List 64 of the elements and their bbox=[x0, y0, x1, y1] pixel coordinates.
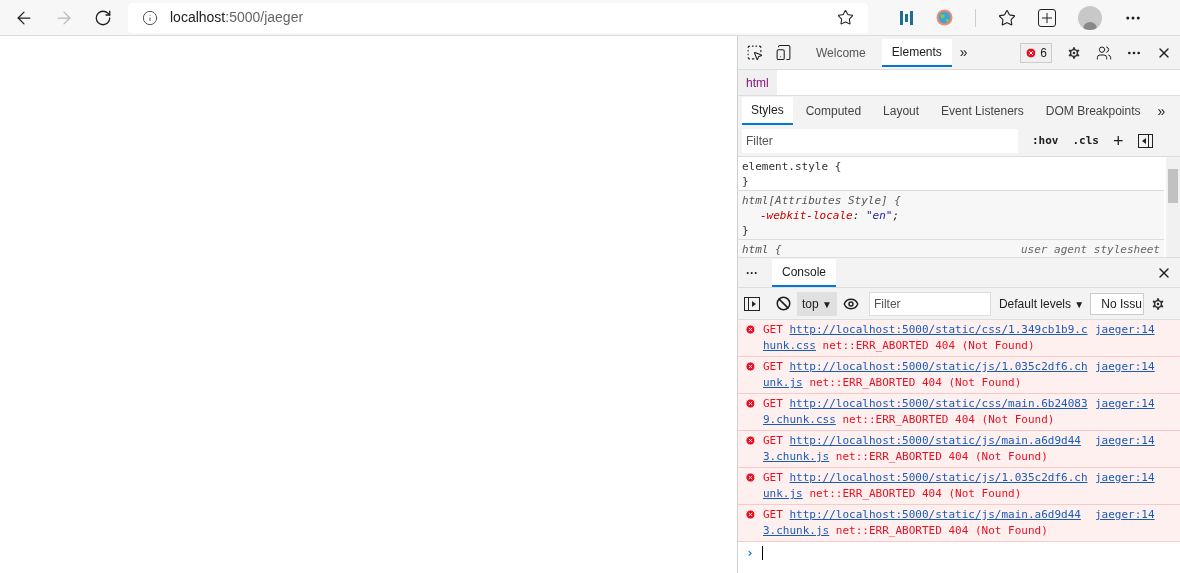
error-message-text: GET http://localhost:5000/static/js/1.035c2df6.chunk.js net::ERR_ABORTED 404 (Not Found) bbox=[763, 470, 1089, 502]
source-link[interactable]: jaeger:14 bbox=[1095, 396, 1155, 412]
url-text: localhost:5000/jaeger bbox=[170, 8, 304, 27]
more-tabs-button[interactable]: » bbox=[959, 42, 968, 63]
source-link[interactable]: jaeger:14 bbox=[1095, 359, 1155, 375]
error-message-text: GET http://localhost:5000/static/css/1.349cb1b9.chunk.css net::ERR_ABORTED 404 (Not Found) bbox=[763, 322, 1089, 354]
profile-avatar[interactable] bbox=[1078, 5, 1102, 30]
error-message-text: GET http://localhost:5000/static/css/main.6b240839.chunk.css net::ERR_ABORTED 404 (Not Found) bbox=[763, 396, 1089, 428]
globe-icon[interactable] bbox=[936, 9, 953, 26]
css-selector: html { bbox=[742, 242, 782, 257]
error-icon bbox=[745, 472, 756, 483]
context-dropdown[interactable]: top ▼ bbox=[797, 291, 837, 316]
styles-tab[interactable]: Computed bbox=[796, 97, 871, 125]
error-icon bbox=[745, 361, 756, 372]
stylesheet-source: user agent stylesheet bbox=[1020, 242, 1160, 257]
hov-button[interactable]: :hov bbox=[1032, 132, 1059, 150]
error-icon bbox=[745, 509, 756, 520]
css-brace: } bbox=[742, 223, 750, 238]
info-icon[interactable] bbox=[142, 9, 158, 26]
styles-tab[interactable]: Layout bbox=[874, 97, 929, 125]
more-tabs-button[interactable]: » bbox=[1157, 100, 1166, 122]
css-declaration: -webkit-locale: "en"; bbox=[759, 208, 901, 223]
error-message-text: GET http://localhost:5000/static/js/main.a6d9d443.chunk.js net::ERR_ABORTED 404 (Not Found) bbox=[763, 433, 1082, 465]
sidebar-toggle-icon[interactable] bbox=[1137, 134, 1153, 148]
clear-console-icon[interactable] bbox=[776, 296, 791, 311]
styles-tab[interactable]: DOM Breakpoints bbox=[1036, 97, 1150, 125]
source-link[interactable]: jaeger:14 bbox=[1095, 470, 1155, 486]
source-link[interactable]: jaeger:14 bbox=[1095, 322, 1155, 338]
css-brace: } bbox=[742, 174, 750, 189]
collections-icon[interactable] bbox=[1038, 8, 1056, 27]
error-message-text: GET http://localhost:5000/static/js/1.035c2df6.chunk.js net::ERR_ABORTED 404 (Not Found) bbox=[763, 359, 1089, 391]
address-bar[interactable]: localhost:5000/jaeger bbox=[128, 2, 868, 33]
styles-tab[interactable]: Event Listeners bbox=[932, 97, 1033, 125]
styles-tab[interactable]: Styles bbox=[742, 97, 793, 125]
new-rule-button[interactable]: + bbox=[1113, 132, 1124, 150]
prompt-chevron: › bbox=[746, 544, 754, 563]
error-icon bbox=[745, 398, 756, 409]
cls-button[interactable]: .cls bbox=[1072, 132, 1099, 150]
error-icon bbox=[745, 435, 756, 446]
device-icon[interactable] bbox=[775, 44, 792, 61]
settings-icon[interactable] bbox=[1066, 44, 1082, 61]
error-message-text: GET http://localhost:5000/static/js/main.a6d9d443.chunk.js net::ERR_ABORTED 404 (Not Found) bbox=[763, 507, 1082, 539]
styles-filter-field[interactable]: Filter bbox=[742, 129, 1018, 153]
devtools-tab[interactable]: Welcome bbox=[806, 38, 876, 67]
css-selector: html[Attributes Style] { bbox=[742, 193, 901, 208]
devtools-tab[interactable]: Elements bbox=[881, 38, 952, 67]
settings-icon[interactable] bbox=[1150, 295, 1167, 312]
bars-icon[interactable] bbox=[900, 9, 914, 26]
issues-button[interactable]: No Issu bbox=[1090, 292, 1145, 315]
source-link[interactable]: jaeger:14 bbox=[1095, 507, 1155, 523]
log-levels-dropdown[interactable]: Default levels ▼ bbox=[998, 294, 1085, 313]
inspect-icon[interactable] bbox=[746, 44, 763, 61]
css-selector: element.style { bbox=[742, 159, 842, 174]
favorites-icon[interactable] bbox=[998, 8, 1016, 27]
reload-icon[interactable] bbox=[94, 8, 112, 27]
console-tab[interactable]: Console bbox=[772, 258, 837, 287]
error-icon bbox=[1025, 46, 1038, 59]
source-link[interactable]: jaeger:14 bbox=[1095, 433, 1155, 449]
breadcrumb-html[interactable]: html bbox=[738, 70, 777, 95]
console-filter-field[interactable]: Filter bbox=[868, 291, 991, 316]
error-icon bbox=[745, 324, 756, 335]
drawer-menu-button[interactable]: ··· bbox=[746, 263, 758, 282]
sidebar-toggle-icon[interactable] bbox=[744, 296, 760, 311]
error-count-badge[interactable]: 6 bbox=[1020, 42, 1052, 63]
